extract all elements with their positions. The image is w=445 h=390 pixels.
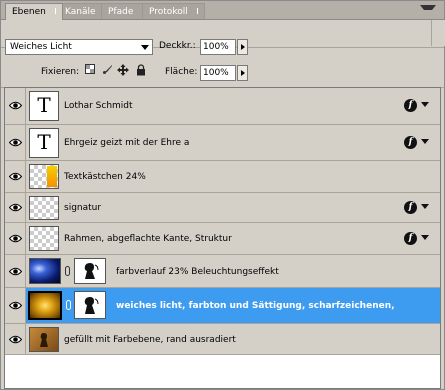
layer-mask-thumbnail[interactable] — [74, 258, 106, 284]
visibility-toggle[interactable] — [5, 288, 26, 323]
lock-brush-icon[interactable] — [101, 64, 113, 76]
fill-input[interactable]: 100% — [200, 65, 236, 81]
tab-close-icon[interactable] — [191, 8, 198, 14]
layer-name[interactable]: farbverlauf 23% Beleuchtungseffekt — [116, 267, 279, 277]
layer-name[interactable]: weiches licht, farbton und Sättigung, sc… — [116, 301, 395, 311]
fx-icon[interactable]: f — [404, 136, 417, 149]
eye-icon[interactable] — [9, 301, 22, 310]
text-layer-thumbnail[interactable]: T — [29, 128, 59, 158]
effects-expand-icon[interactable] — [421, 139, 429, 144]
layer-thumbnail[interactable] — [29, 327, 59, 352]
eye-icon[interactable] — [9, 138, 22, 147]
text-layer-thumbnail[interactable]: T — [29, 91, 59, 121]
layer-thumbnail[interactable] — [29, 196, 59, 220]
visibility-toggle[interactable] — [5, 88, 26, 124]
layer-row[interactable]: gefüllt mit Farbebene, rand ausradiert — [5, 324, 440, 355]
tab-label: Pfade — [108, 7, 134, 17]
scrollbar-top[interactable] — [431, 20, 445, 46]
visibility-toggle[interactable] — [5, 193, 26, 222]
layer-name[interactable]: Textkästchen 24% — [64, 172, 146, 182]
layer-row-selected[interactable]: weiches licht, farbton und Sättigung, sc… — [5, 288, 440, 324]
layer-row[interactable]: Textkästchen 24% — [5, 161, 440, 193]
layer-row[interactable]: Rahmen, abgeflachte Kante, Struktur f — [5, 223, 440, 255]
visibility-toggle[interactable] — [5, 324, 26, 354]
effects-expand-icon[interactable] — [421, 102, 429, 107]
layer-thumbnail[interactable] — [29, 164, 59, 189]
eye-icon[interactable] — [9, 172, 22, 181]
layer-thumbnail[interactable] — [29, 258, 61, 284]
lock-move-icon[interactable] — [117, 64, 129, 76]
blend-mode-select[interactable]: Weiches Licht — [5, 39, 153, 55]
chevron-down-icon — [141, 45, 149, 50]
eye-icon[interactable] — [9, 234, 22, 243]
eye-icon[interactable] — [9, 267, 22, 276]
layer-name[interactable]: Lothar Schmidt — [64, 101, 133, 111]
layer-row[interactable]: T Ehrgeiz geizt mit der Ehre a f — [5, 125, 440, 161]
layer-row[interactable]: signatur f — [5, 193, 440, 223]
layer-name[interactable]: signatur — [64, 203, 101, 213]
visibility-toggle[interactable] — [5, 223, 26, 254]
eye-icon[interactable] — [9, 101, 22, 110]
fill-slider-button[interactable] — [237, 65, 248, 81]
lock-label: Fixieren: — [41, 67, 80, 77]
lock-transparency-icon[interactable] — [84, 64, 96, 76]
chain-link-icon[interactable] — [66, 300, 71, 310]
effects-expand-icon[interactable] — [421, 204, 429, 209]
layer-mask-thumbnail[interactable] — [74, 291, 106, 319]
layer-thumbnail[interactable] — [28, 291, 62, 320]
effects-expand-icon[interactable] — [421, 235, 429, 240]
blend-mode-value: Weiches Licht — [10, 42, 72, 52]
layer-name[interactable]: Rahmen, abgeflachte Kante, Struktur — [64, 234, 232, 244]
tab-ebenen[interactable]: Ebenen — [5, 3, 63, 20]
visibility-toggle[interactable] — [5, 255, 26, 287]
tab-label: Ebenen — [12, 7, 46, 17]
layer-name[interactable]: gefüllt mit Farbebene, rand ausradiert — [64, 335, 236, 345]
tab-label: Kanäle — [65, 7, 96, 17]
panel-menu-icon[interactable] — [420, 5, 436, 15]
opacity-label: Deckkr.: — [159, 41, 196, 51]
chain-link-icon[interactable] — [65, 266, 70, 276]
tab-close-icon[interactable] — [49, 8, 56, 14]
tab-protokoll[interactable]: Protokoll — [142, 3, 205, 19]
opacity-slider-button[interactable] — [237, 39, 248, 55]
eye-icon[interactable] — [9, 335, 22, 344]
visibility-toggle[interactable] — [5, 161, 26, 192]
fx-icon[interactable]: f — [404, 232, 417, 245]
fill-label: Fläche: — [165, 67, 198, 77]
layer-row[interactable]: T Lothar Schmidt f — [5, 88, 440, 125]
eye-icon[interactable] — [9, 203, 22, 212]
layers-list: T Lothar Schmidt f T Ehrgeiz geizt mit d… — [4, 87, 441, 389]
layer-thumbnail[interactable] — [29, 226, 59, 251]
layer-name[interactable]: Ehrgeiz geizt mit der Ehre a — [64, 138, 189, 148]
fx-icon[interactable]: f — [404, 201, 417, 214]
opacity-input[interactable]: 100% — [200, 39, 236, 55]
tab-strip: Ebenen Kanäle Pfade Protokoll — [1, 1, 444, 20]
fx-icon[interactable]: f — [404, 99, 417, 112]
layer-row[interactable]: farbverlauf 23% Beleuchtungseffekt — [5, 255, 440, 288]
visibility-toggle[interactable] — [5, 125, 26, 160]
tab-label: Protokoll — [149, 7, 188, 17]
layers-panel: Ebenen Kanäle Pfade Protokoll Weiches Li… — [0, 0, 445, 390]
lock-all-icon[interactable] — [135, 64, 147, 76]
